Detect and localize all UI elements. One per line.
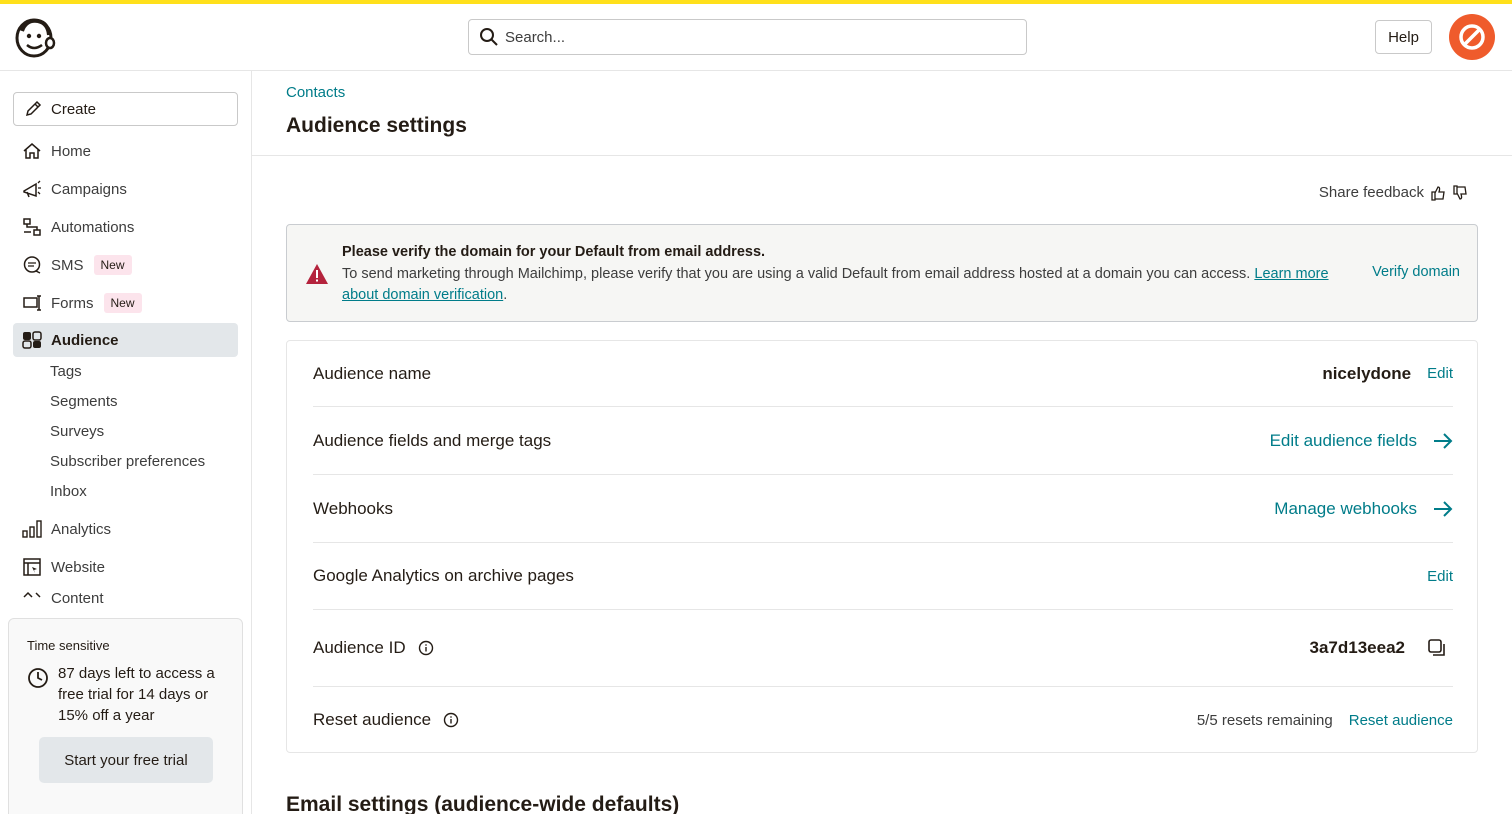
share-feedback: Share feedback <box>1319 184 1468 201</box>
megaphone-icon <box>21 178 43 200</box>
row-label: Audience fields and merge tags <box>313 430 552 450</box>
sidebar-subitem-surveys[interactable]: Surveys <box>50 423 104 440</box>
search-box[interactable] <box>468 19 1027 55</box>
edit-google-analytics-link[interactable]: Edit <box>1427 568 1453 585</box>
sidebar-item-sms[interactable]: SMS New <box>13 248 238 282</box>
trial-card: Time sensitive 87 days left to access a … <box>8 618 243 814</box>
trial-label: Time sensitive <box>27 638 110 653</box>
edit-audience-name-link[interactable]: Edit <box>1427 365 1453 382</box>
chat-icon <box>21 254 43 276</box>
arrow-right-icon[interactable] <box>1433 500 1453 518</box>
new-badge: New <box>103 293 142 313</box>
sidebar: Create Home Campaigns Automations SMS Ne… <box>0 71 252 814</box>
main-content: Contacts Audience settings Share feedbac… <box>252 71 1512 814</box>
pencil-icon <box>25 100 42 117</box>
reset-audience-row: Reset audience 5/5 resets remaining Rese… <box>313 687 1453 753</box>
user-avatar-icon <box>1459 24 1485 50</box>
manage-webhooks-link[interactable]: Manage webhooks <box>1274 499 1417 519</box>
website-icon <box>21 556 43 578</box>
sidebar-item-label: SMS <box>51 256 84 274</box>
info-icon[interactable] <box>443 712 459 728</box>
sidebar-item-audience[interactable]: Audience <box>13 323 238 357</box>
resets-remaining: 5/5 resets remaining <box>1196 711 1333 729</box>
audience-name-row: Audience name nicelydone Edit <box>313 341 1453 406</box>
top-bar: Help <box>0 4 1512 71</box>
search-icon <box>480 28 498 46</box>
automations-icon <box>21 216 43 238</box>
domain-verification-alert: Please verify the domain for your Defaul… <box>286 224 1478 322</box>
sidebar-item-website[interactable]: Website <box>13 550 238 584</box>
edit-audience-fields-link[interactable]: Edit audience fields <box>1270 431 1417 451</box>
verify-domain-link[interactable]: Verify domain <box>1372 264 1460 280</box>
sidebar-item-label: Home <box>51 142 92 160</box>
alert-title: Please verify the domain for your Defaul… <box>342 244 766 260</box>
help-button[interactable]: Help <box>1375 20 1432 54</box>
sidebar-item-campaigns[interactable]: Campaigns <box>13 172 238 206</box>
start-free-trial-button[interactable]: Start your free trial <box>39 737 213 783</box>
page-title: Audience settings <box>286 114 467 137</box>
create-button-label: Create <box>51 100 97 118</box>
home-icon <box>21 140 43 162</box>
audience-id-row: Audience ID 3a7d13eea2 <box>313 610 1453 686</box>
sidebar-subitem-tags[interactable]: Tags <box>50 363 82 380</box>
sidebar-item-label: Campaigns <box>51 180 127 198</box>
webhooks-row: Webhooks Manage webhooks <box>313 475 1453 542</box>
header-divider <box>252 155 1512 156</box>
sidebar-item-label: Content <box>51 590 104 604</box>
audience-id-value: 3a7d13eea2 <box>1309 638 1405 657</box>
mailchimp-logo-icon[interactable] <box>12 15 56 59</box>
sidebar-item-label: Website <box>51 558 105 576</box>
alert-body-end: . <box>503 287 508 303</box>
row-label: Audience name <box>313 363 432 383</box>
trial-text: 87 days left to access a free trial for … <box>58 665 215 724</box>
share-feedback-label: Share feedback <box>1318 184 1424 201</box>
sidebar-item-label: Forms <box>51 294 94 312</box>
arrow-right-icon[interactable] <box>1433 432 1453 450</box>
info-icon[interactable] <box>418 640 434 656</box>
audience-name-value: nicelydone <box>1322 363 1412 383</box>
sidebar-item-automations[interactable]: Automations <box>13 210 238 244</box>
sidebar-item-analytics[interactable]: Analytics <box>13 512 238 546</box>
clock-icon <box>28 668 48 688</box>
create-button[interactable]: Create <box>13 92 238 126</box>
thumbs-down-icon[interactable] <box>1452 184 1468 201</box>
breadcrumb[interactable]: Contacts <box>286 84 345 101</box>
sidebar-item-forms[interactable]: Forms New <box>13 286 238 320</box>
reset-audience-label: Reset audience <box>313 710 432 729</box>
forms-icon <box>21 292 43 314</box>
sidebar-item-home[interactable]: Home <box>13 134 238 168</box>
sidebar-subitem-inbox[interactable]: Inbox <box>50 483 87 500</box>
search-input[interactable] <box>505 28 1005 46</box>
sidebar-item-label: Audience <box>51 331 119 349</box>
sidebar-item-label: Analytics <box>51 520 112 538</box>
row-label: Audience ID <box>313 638 434 658</box>
audience-fields-row: Audience fields and merge tags Edit audi… <box>313 407 1453 474</box>
thumbs-up-icon[interactable] <box>1430 185 1446 201</box>
alert-body: To send marketing through Mailchimp, ple… <box>342 264 1362 306</box>
sidebar-subitem-segments[interactable]: Segments <box>50 393 118 410</box>
email-settings-heading: Email settings (audience-wide defaults) <box>286 793 680 814</box>
sidebar-item-content[interactable]: Content <box>13 588 238 604</box>
new-badge: New <box>93 255 132 275</box>
audience-settings-card: Audience name nicelydone Edit Audience f… <box>286 340 1478 753</box>
warning-icon <box>306 264 328 284</box>
row-label: Google Analytics on archive pages <box>313 566 574 585</box>
row-label: Reset audience <box>313 710 459 730</box>
sidebar-item-label: Automations <box>51 218 135 236</box>
google-analytics-row: Google Analytics on archive pages Edit <box>313 543 1453 609</box>
sidebar-subitem-subscriber-preferences[interactable]: Subscriber preferences <box>50 453 205 470</box>
audience-id-label: Audience ID <box>313 638 406 657</box>
bar-chart-icon <box>21 518 43 540</box>
avatar[interactable] <box>1449 14 1495 60</box>
audience-icon <box>21 329 43 351</box>
content-icon <box>21 590 43 604</box>
copy-icon[interactable] <box>1427 638 1447 658</box>
alert-body-text: To send marketing through Mailchimp, ple… <box>342 266 1255 282</box>
reset-audience-link[interactable]: Reset audience <box>1349 712 1453 729</box>
row-label: Webhooks <box>313 498 394 518</box>
